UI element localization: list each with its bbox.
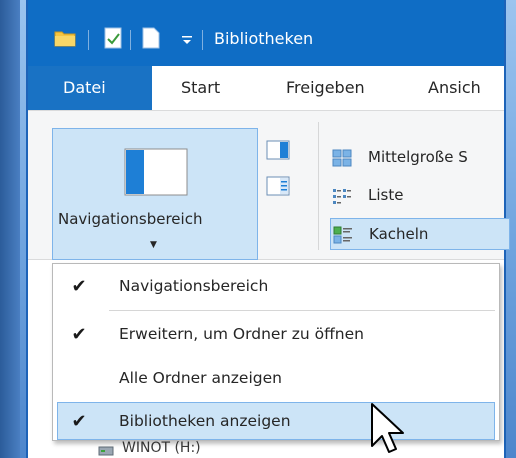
- checkmark-icon: ✔: [71, 276, 87, 297]
- layout-option-label: Mittelgroße S: [368, 148, 468, 166]
- layout-option-label: Liste: [368, 186, 404, 204]
- tab-freigeben[interactable]: Freigeben: [286, 78, 365, 97]
- tiles-icon: [333, 226, 352, 244]
- preview-pane-icon[interactable]: [266, 140, 290, 160]
- tab-start[interactable]: Start: [181, 78, 220, 97]
- mouse-cursor-icon: [371, 403, 404, 453]
- quick-access-separator: [88, 30, 89, 50]
- layout-option-list[interactable]: Liste: [330, 180, 510, 212]
- customize-quick-access-icon[interactable]: [180, 33, 194, 47]
- menu-item-navigation-pane[interactable]: ✔ Navigationsbereich: [53, 268, 499, 306]
- menu-item-label: Alle Ordner anzeigen: [119, 369, 282, 387]
- folder-icon[interactable]: [54, 29, 76, 47]
- checkmark-icon: ✔: [71, 324, 87, 345]
- layout-option-label: Kacheln: [369, 225, 429, 243]
- menu-item-show-libraries[interactable]: ✔ Bibliotheken anzeigen: [57, 402, 495, 440]
- ribbon-group-separator: [318, 122, 319, 250]
- layout-option-tiles[interactable]: Kacheln: [330, 218, 510, 250]
- details-pane-icon[interactable]: [266, 176, 290, 196]
- chevron-down-icon: ▼: [150, 240, 157, 250]
- new-folder-icon[interactable]: [142, 27, 160, 49]
- medium-icons-icon: [332, 149, 352, 167]
- layout-option-medium-icons[interactable]: Mittelgroße S: [330, 142, 510, 174]
- quick-access-separator: [202, 30, 203, 50]
- properties-icon[interactable]: [104, 27, 122, 49]
- menu-item-label: Bibliotheken anzeigen: [119, 412, 291, 430]
- drive-item-label[interactable]: WINOT (H:): [122, 440, 201, 456]
- drive-icon: [98, 446, 114, 456]
- tab-ansicht[interactable]: Ansich: [428, 78, 481, 97]
- checkmark-icon: ✔: [71, 411, 87, 432]
- window-top-strip: [28, 0, 504, 16]
- menu-separator: [109, 310, 495, 311]
- navigation-pane-menu: ✔ Navigationsbereich ✔ Erweitern, um Ord…: [52, 263, 500, 441]
- window-title: Bibliotheken: [214, 29, 314, 48]
- list-icon: [333, 189, 351, 204]
- desktop-edge: [0, 0, 20, 458]
- quick-access-separator: [130, 30, 131, 50]
- navigation-pane-icon: [124, 148, 188, 196]
- menu-item-show-all-folders[interactable]: Alle Ordner anzeigen: [53, 360, 499, 398]
- navigation-pane-label: Navigationsbereich: [58, 210, 203, 228]
- menu-item-label: Navigationsbereich: [119, 277, 269, 295]
- tab-datei-label[interactable]: Datei: [63, 78, 106, 97]
- menu-item-expand-to-open-folder[interactable]: ✔ Erweitern, um Ordner zu öffnen: [53, 316, 499, 354]
- menu-item-label: Erweitern, um Ordner zu öffnen: [119, 325, 364, 343]
